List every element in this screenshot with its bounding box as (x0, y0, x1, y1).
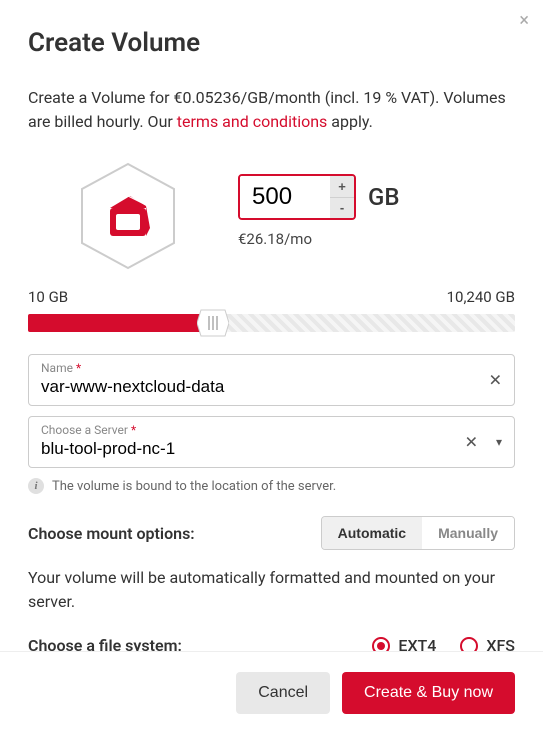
modal-footer: Cancel Create & Buy now (0, 651, 543, 734)
modal-title: Create Volume (28, 28, 515, 58)
name-input[interactable] (41, 375, 442, 397)
size-price: €26.18/mo (238, 230, 400, 248)
create-buy-button[interactable]: Create & Buy now (342, 672, 515, 714)
slider-min-label: 10 GB (28, 288, 68, 306)
clear-name-icon[interactable]: ✕ (489, 371, 502, 390)
modal-description: Create a Volume for €0.05236/GB/month (i… (28, 86, 515, 134)
mount-label: Choose mount options: (28, 524, 195, 543)
size-decrement-button[interactable]: - (330, 198, 354, 219)
create-volume-modal: Create Volume Create a Volume for €0.052… (0, 0, 543, 711)
mount-description: Your volume will be automatically format… (28, 566, 515, 614)
clear-server-icon[interactable]: ✕ (465, 433, 478, 452)
size-unit: GB (368, 183, 400, 211)
info-icon: i (28, 478, 44, 494)
size-slider[interactable] (28, 314, 515, 332)
server-input[interactable] (41, 437, 442, 459)
slider-max-label: 10,240 GB (447, 288, 515, 306)
name-field[interactable]: Name * ✕ (28, 354, 515, 406)
close-icon[interactable]: × (519, 10, 529, 31)
size-input[interactable] (240, 176, 330, 218)
chevron-down-icon[interactable]: ▾ (496, 435, 502, 449)
volume-icon (68, 158, 188, 274)
location-hint: i The volume is bound to the location of… (28, 478, 515, 494)
slider-thumb[interactable] (197, 306, 229, 340)
mount-automatic-button[interactable]: Automatic (322, 517, 422, 549)
mount-manually-button[interactable]: Manually (422, 517, 514, 549)
size-stepper[interactable]: + - (238, 174, 356, 220)
server-field[interactable]: Choose a Server * ✕ ▾ (28, 416, 515, 468)
cancel-button[interactable]: Cancel (236, 672, 330, 714)
terms-link[interactable]: terms and conditions (177, 112, 328, 131)
size-increment-button[interactable]: + (330, 176, 354, 198)
mount-toggle: Automatic Manually (321, 516, 515, 550)
